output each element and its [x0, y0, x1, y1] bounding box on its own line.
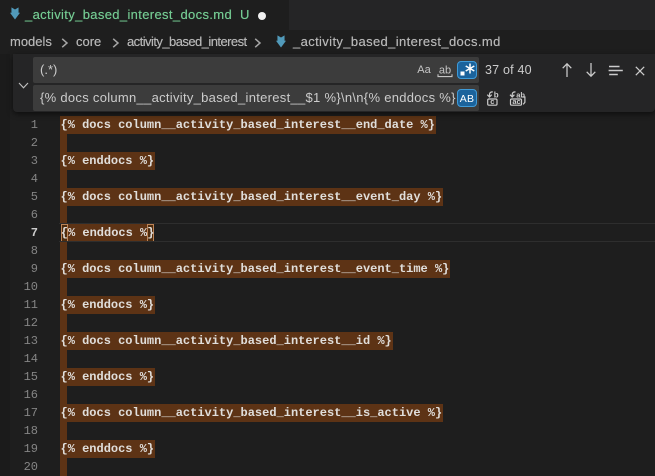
- svg-text:ac: ac: [512, 97, 520, 106]
- svg-text:c: c: [490, 97, 494, 106]
- svg-text:b: b: [494, 91, 499, 100]
- svg-text:ab: ab: [439, 65, 451, 77]
